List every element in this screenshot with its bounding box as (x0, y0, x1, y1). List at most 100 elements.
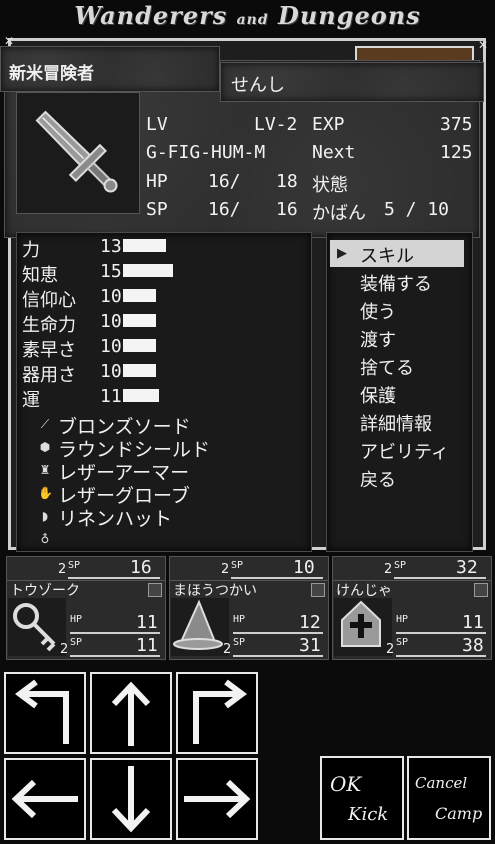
hp-label: HP (233, 614, 246, 625)
character-class-tab: せんし (220, 62, 484, 102)
status-label: 状態 (312, 175, 348, 196)
attribute-bar (123, 364, 156, 377)
lv-label: LV (146, 114, 168, 135)
hp-value: 11 (136, 612, 158, 633)
menu-item[interactable]: 渡す (360, 326, 396, 352)
sp-label: SP (70, 637, 83, 648)
attribute-label: 素早さ (22, 340, 76, 361)
lv-value: LV-2 (254, 114, 298, 135)
attribute-label: 力 (22, 240, 40, 261)
sp-bar (396, 655, 486, 657)
ok-label: OK (330, 772, 362, 796)
kick-label: Kick (348, 804, 389, 825)
next-label: Next (312, 142, 356, 163)
equipment-item[interactable]: リネンハット (58, 504, 172, 531)
attribute-label: 信仰心 (22, 290, 76, 311)
attribute-value: 10 (100, 336, 122, 357)
game-title-word1: Wanderers (74, 1, 228, 30)
menu-item[interactable]: 装備する (360, 270, 432, 296)
bag-label: かばん (312, 203, 366, 224)
hp-bar (233, 632, 323, 634)
party-member-level: 2 (221, 562, 230, 577)
party-member-level: 2 (223, 642, 232, 657)
attribute-value: 15 (100, 261, 122, 282)
attribute-bar (123, 314, 156, 327)
exp-value: 375 (440, 114, 473, 135)
turn-right-button[interactable] (176, 672, 258, 754)
menu-cursor-icon: ▶ (337, 246, 347, 261)
arrow-up-icon (111, 681, 151, 746)
move-forward-button[interactable] (90, 672, 172, 754)
attribute-value: 11 (100, 386, 122, 407)
sp-label: SP (231, 560, 244, 571)
turn-left-button[interactable] (4, 672, 86, 754)
party-member-name: トウゾーク (10, 583, 80, 599)
sword-icon (35, 110, 118, 193)
attribute-label: 器用さ (22, 365, 76, 386)
frame-corner-icon: ✕ (4, 34, 15, 48)
character-class: せんし (231, 75, 285, 96)
member-status-icon (148, 583, 162, 597)
sp-value: 16 (130, 557, 152, 578)
menu-item[interactable]: スキル (360, 242, 414, 268)
move-back-button[interactable] (90, 758, 172, 840)
strafe-right-button[interactable] (176, 758, 258, 840)
character-portrait (16, 92, 140, 214)
menu-item[interactable]: アビリティ (360, 438, 449, 464)
arrow-left-icon (11, 779, 78, 819)
ok-kick-button[interactable]: OK Kick (320, 756, 404, 840)
cancel-camp-button[interactable]: Cancel Camp (407, 756, 491, 840)
sp-label: SP (68, 560, 81, 571)
game-title-word3: Dungeons (278, 1, 421, 30)
turn-left-arrow-icon (15, 679, 69, 744)
menu-item[interactable]: 保護 (360, 382, 396, 408)
hp-bar (396, 632, 486, 634)
sp-value: 38 (462, 635, 484, 656)
menu-item[interactable]: 詳細情報 (360, 410, 432, 436)
game-title-word2: and (236, 12, 269, 28)
hp-value: 12 (299, 612, 321, 633)
attribute-label: 知恵 (22, 265, 58, 286)
character-name-tab: 新米冒険者 (0, 46, 220, 92)
sp-bar (233, 655, 323, 657)
next-value: 125 (440, 142, 473, 163)
sp-label: SP (233, 637, 246, 648)
hp-max: 18 (276, 171, 298, 192)
helmet-icon: ◗ (41, 509, 49, 523)
member-status-icon (311, 583, 325, 597)
arrow-down-icon (111, 766, 151, 833)
sp-value: 31 (299, 635, 321, 656)
glove-icon: ✋ (38, 486, 53, 500)
sp-value: 32 (456, 557, 478, 578)
attribute-value: 10 (100, 286, 122, 307)
exp-label: EXP (312, 114, 345, 135)
attribute-value: 13 (100, 236, 122, 257)
party-member-level: 2 (386, 642, 395, 657)
sp-bar (394, 577, 486, 579)
hp-current: 16/ (208, 171, 241, 192)
sp-value: 10 (293, 557, 315, 578)
sp-label: SP (394, 560, 407, 571)
menu-item[interactable]: 捨てる (360, 354, 414, 380)
sp-bar (68, 577, 160, 579)
cancel-label: Cancel (415, 774, 468, 792)
menu-item[interactable]: 戻る (360, 466, 396, 492)
member-status-icon (474, 583, 488, 597)
strafe-left-button[interactable] (4, 758, 86, 840)
sp-max: 16 (276, 199, 298, 220)
party-member-level: 2 (384, 562, 393, 577)
mitre-icon (334, 598, 392, 656)
character-name: 新米冒険者 (9, 64, 94, 84)
key-icon (8, 598, 66, 656)
shield-icon: ⬢ (39, 440, 51, 454)
attribute-label: 生命力 (22, 315, 76, 336)
armor-icon: ♜ (39, 463, 51, 477)
party-member-level: 2 (60, 642, 69, 657)
frame-corner-icon: ✕ (478, 38, 489, 52)
attribute-value: 10 (100, 361, 122, 382)
party-member-name: けんじゃ (336, 583, 392, 599)
hp-label: HP (146, 171, 168, 192)
arrow-right-icon (184, 779, 251, 819)
attribute-bar (123, 239, 166, 252)
menu-item[interactable]: 使う (360, 298, 396, 324)
